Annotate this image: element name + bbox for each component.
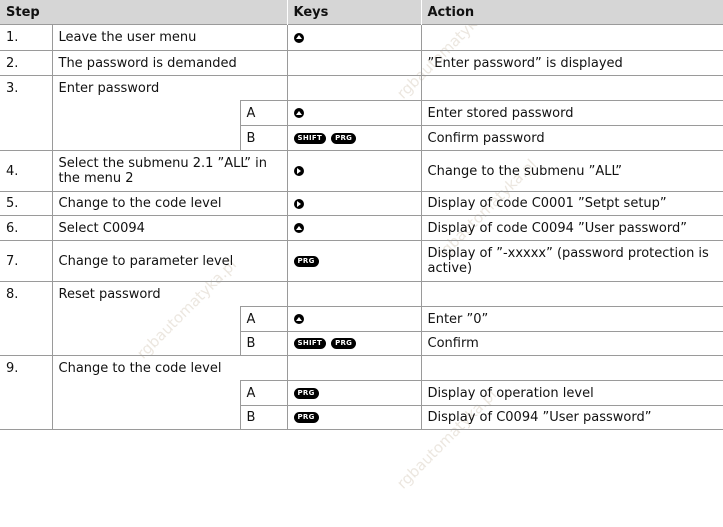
action-text: Display of code C0001 ”Setpt setup” [420,191,723,216]
table-row: 7. Change to parameter level PRG Display of… [0,240,723,282]
table-row: A Enter ”0” [0,306,723,332]
table-row: 2. The password is demanded ”Enter passwor… [0,50,723,76]
step-description: The password is demanded [51,50,287,76]
step-description [51,125,240,151]
substep-label: A [239,380,287,406]
keys-cell: PRG [286,240,421,282]
substep-label: A [239,306,287,332]
keys-cell: SHIFT PRG [286,125,421,151]
step-description: Enter password [51,75,287,101]
step-description: Change to the code level [51,355,287,381]
step-description [51,405,240,430]
step-description: Reset password [51,281,287,307]
shift-key-icon: SHIFT [293,132,327,144]
table-row: B SHIFT PRG Confirm password [0,125,723,151]
action-text: Display of C0094 ”User password” [420,405,723,430]
keys-cell [286,306,421,332]
prg-key-icon: PRG [331,338,357,349]
table-row: 5. Change to the code level Display of cod… [0,191,723,216]
step-description: Leave the user menu [51,24,287,51]
header-keys: Keys [286,0,421,25]
table-row: 6. Select C0094 Display of code C0094 ”Use… [0,215,723,241]
table-row: 9. Change to the code level [0,355,723,381]
step-number [0,332,52,356]
step-description: Select C0094 [51,215,287,241]
action-text: Change to the submenu ”ALL” [420,150,723,192]
header-step: Step [0,0,287,25]
step-number: 2. [0,50,52,76]
action-text: Display of operation level [420,380,723,406]
keys-cell [286,150,421,192]
arrow-up-key-icon [293,314,304,324]
step-description [51,331,240,356]
step-number [0,101,52,126]
action-text: ”Enter password” is displayed [420,50,723,76]
step-description: Select the submenu 2.1 ”ALL” in the menu… [51,150,287,192]
step-number: 1. [0,24,52,51]
action-text: Confirm password [420,125,723,151]
action-text [420,355,723,381]
prg-key-icon: PRG [293,387,319,399]
action-text: Confirm [420,331,723,356]
step-number [0,307,52,332]
keys-cell: SHIFT PRG [286,331,421,356]
step-number: 3. [0,75,52,101]
table-row: A Enter stored password [0,100,723,126]
header-action: Action [420,0,723,25]
step-description [51,380,240,406]
step-number: 7. [0,240,52,282]
table-row: 8. Reset password [0,281,723,307]
action-text: Display of code C0094 ”User password” [420,215,723,241]
prg-key-icon: PRG [293,255,319,267]
procedure-table: Step Keys Action 1. Leave the user menu 2.… [0,0,723,430]
step-number: 5. [0,191,52,216]
table-row: 3. Enter password [0,75,723,101]
keys-cell [286,281,421,307]
substep-label: B [239,405,287,430]
action-text [420,281,723,307]
keys-cell [286,75,421,101]
shift-key-icon: SHIFT [293,338,327,349]
keys-cell [286,24,421,51]
arrow-right-key-icon [293,198,304,209]
step-number [0,405,52,430]
keys-cell [286,215,421,241]
substep-label: B [239,331,287,356]
step-description [51,306,240,332]
keys-cell: PRG [286,380,421,406]
keys-cell [286,50,421,76]
step-number: 8. [0,281,52,307]
step-description [51,100,240,126]
step-number: 9. [0,355,52,381]
keys-cell [286,355,421,381]
keys-cell [286,191,421,216]
prg-key-icon: PRG [293,412,319,423]
substep-label: A [239,100,287,126]
arrow-right-key-icon [293,166,304,176]
step-number [0,126,52,151]
action-text: Enter ”0” [420,306,723,332]
arrow-up-key-icon [293,32,304,43]
table-row: 1. Leave the user menu [0,24,723,51]
keys-cell [286,100,421,126]
action-text [420,75,723,101]
table-header-row: Step Keys Action [0,0,723,25]
table-row: B SHIFT PRG Confirm [0,331,723,356]
arrow-up-key-icon [293,223,304,233]
action-text: Enter stored password [420,100,723,126]
table-row: A PRG Display of operation level [0,380,723,406]
action-text [420,24,723,51]
table-row: B PRG Display of C0094 ”User password” [0,405,723,430]
step-number: 6. [0,215,52,241]
step-number [0,381,52,406]
substep-label: B [239,125,287,151]
arrow-up-key-icon [293,108,304,118]
step-description: Change to parameter level [51,240,287,282]
step-number: 4. [0,150,52,192]
step-description: Change to the code level [51,191,287,216]
prg-key-icon: PRG [331,132,357,144]
action-text: Display of ”-xxxxx” (password protection… [420,240,723,282]
keys-cell: PRG [286,405,421,430]
table-row: 4. Select the submenu 2.1 ”ALL” in the me… [0,150,723,192]
